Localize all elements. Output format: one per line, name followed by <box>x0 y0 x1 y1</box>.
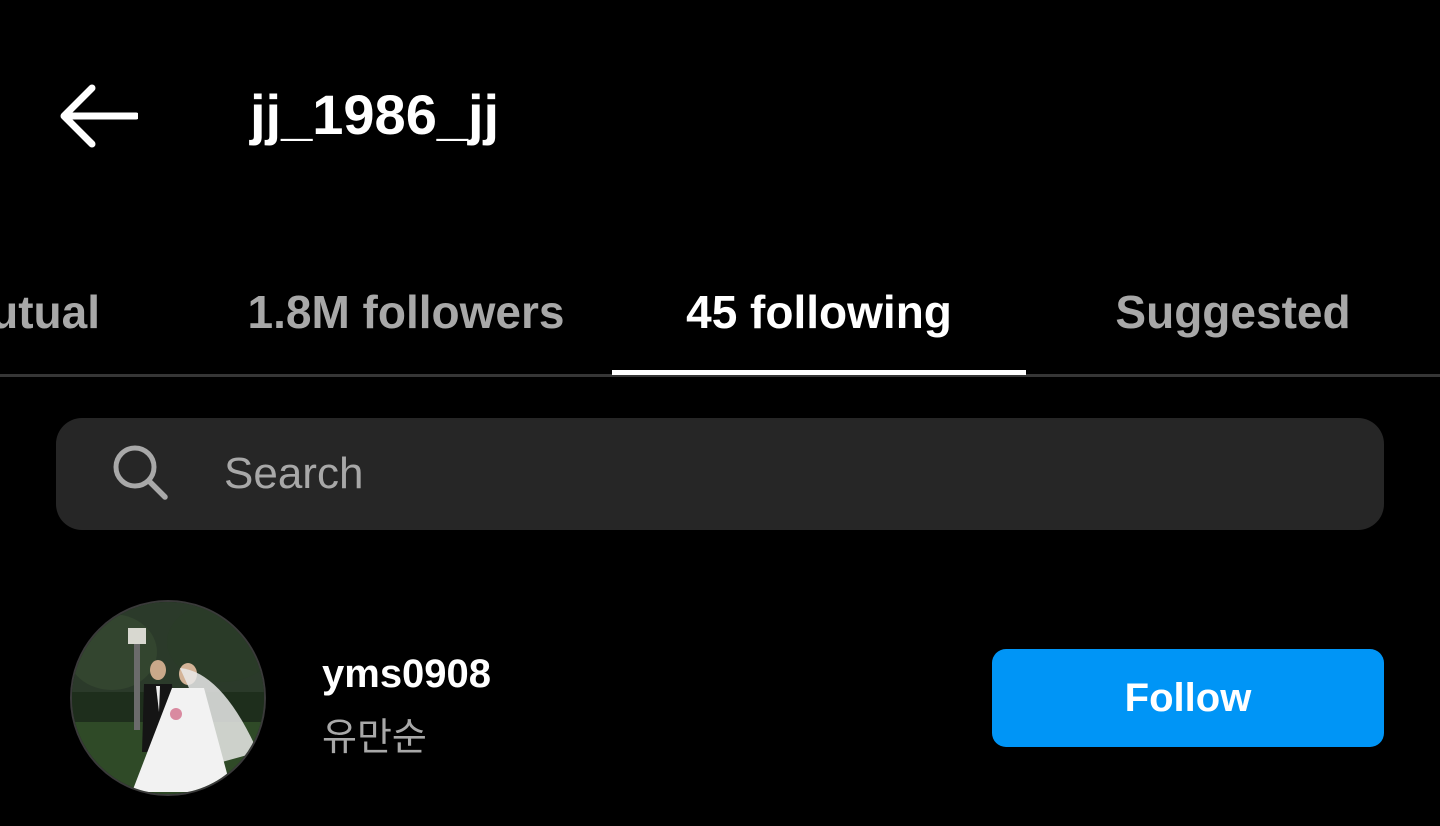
arrow-left-icon <box>60 84 138 148</box>
page-title: jj_1986_jj <box>250 83 500 146</box>
tab-following[interactable]: 45 following <box>612 250 1026 374</box>
active-tab-indicator <box>612 370 1026 375</box>
list-item[interactable]: yms0908 유만순 Follow <box>0 590 1440 810</box>
tab-suggested[interactable]: Suggested <box>1026 250 1440 374</box>
following-screen: jj_1986_jj mutual 1.8M followers 45 foll… <box>0 0 1440 826</box>
follow-button[interactable]: Follow <box>992 649 1384 747</box>
back-button[interactable] <box>52 80 144 152</box>
full-name: 유만순 <box>322 717 427 759</box>
avatar-photo <box>72 602 264 794</box>
tab-followers[interactable]: 1.8M followers <box>200 250 612 374</box>
avatar[interactable] <box>70 600 266 796</box>
tab-bar: mutual 1.8M followers 45 following Sugge… <box>0 250 1440 378</box>
tab-mutual-label: mutual <box>0 286 100 338</box>
username[interactable]: yms0908 <box>322 652 491 697</box>
search-icon <box>113 445 168 500</box>
search-input[interactable] <box>224 446 1324 502</box>
